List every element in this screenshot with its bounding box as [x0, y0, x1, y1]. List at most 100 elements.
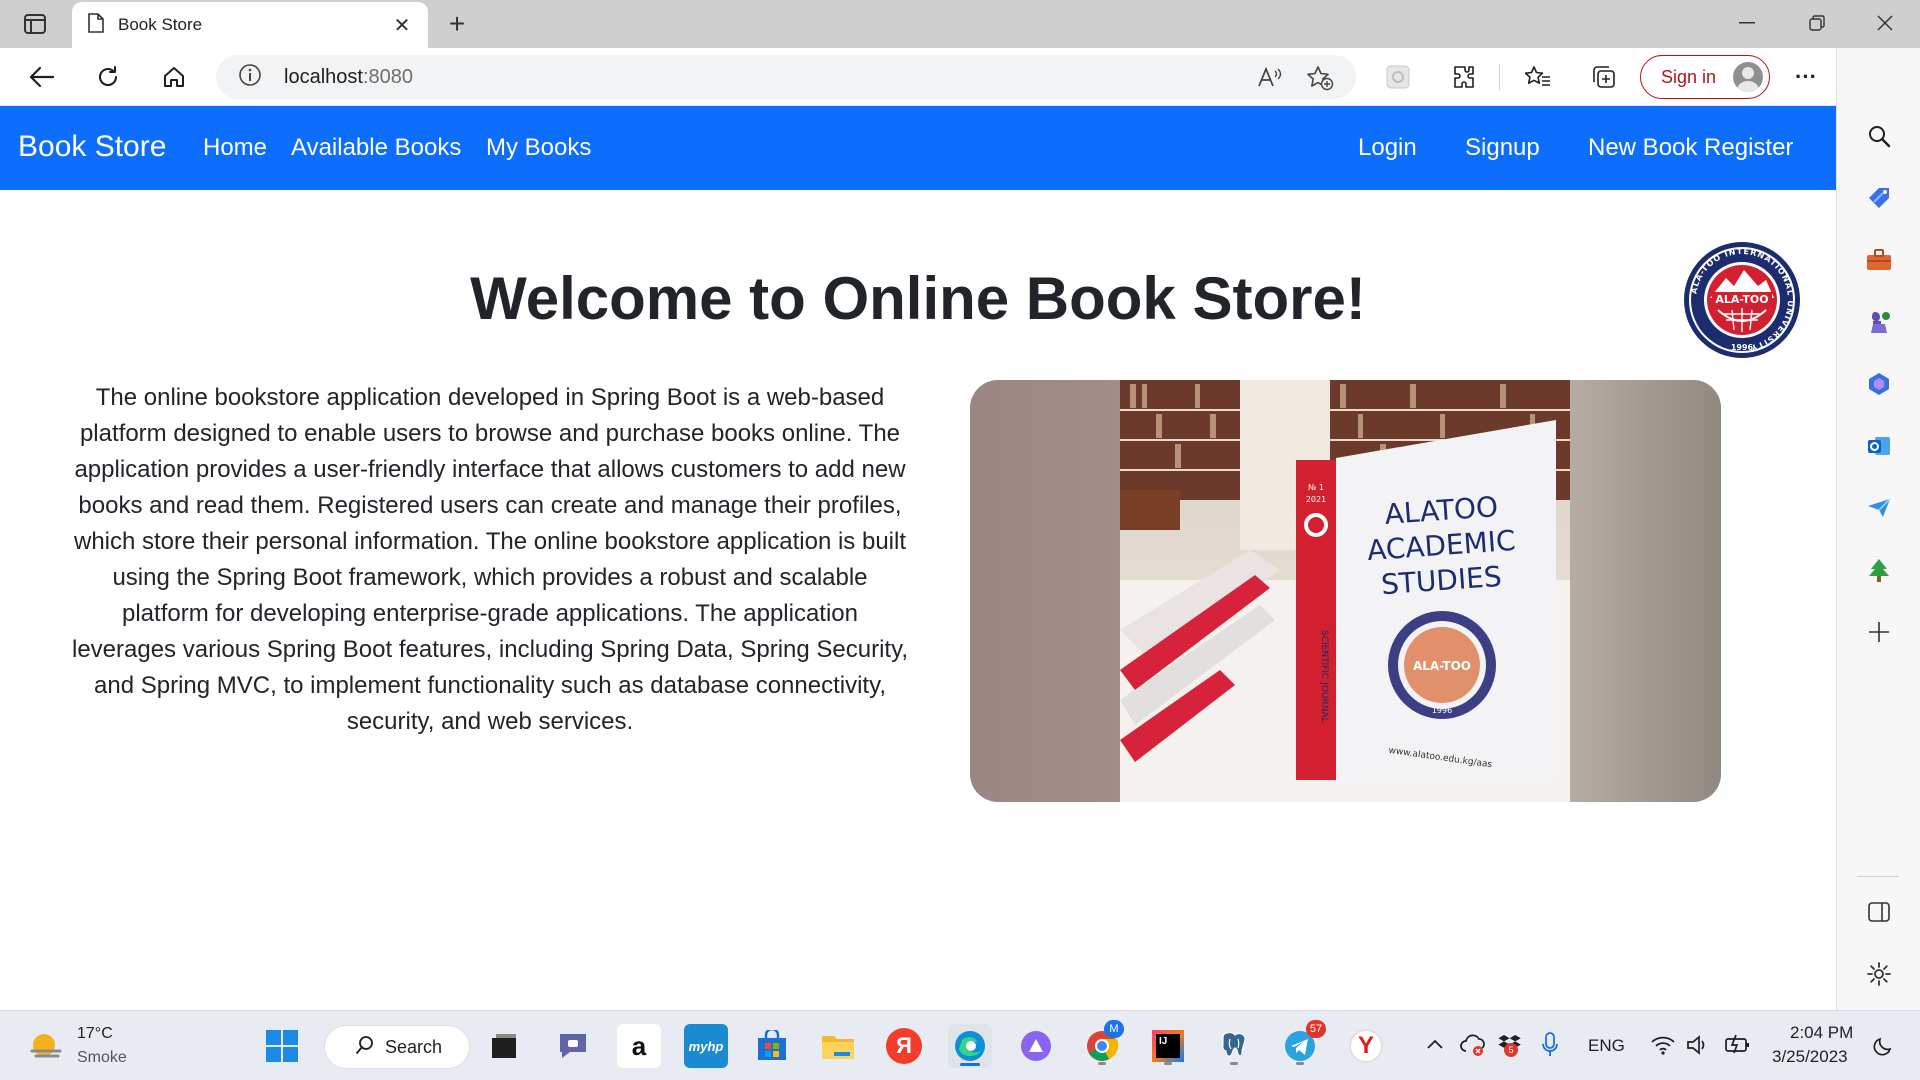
- site-navbar: Book Store Home Available Books My Books…: [0, 106, 1836, 190]
- sidebar-divider: [1857, 876, 1899, 877]
- logo-center-text: ALA-TOO: [1715, 293, 1768, 306]
- cortana-icon[interactable]: [1014, 1024, 1058, 1068]
- address-host: localhost: [284, 65, 363, 88]
- extensions-icon[interactable]: [1446, 60, 1482, 94]
- dropbox-icon[interactable]: 5: [1496, 1031, 1524, 1062]
- chat-icon[interactable]: [551, 1024, 595, 1068]
- nav-link-login[interactable]: Login: [1358, 134, 1417, 162]
- tab-close-icon[interactable]: ✕: [390, 13, 414, 38]
- volume-icon[interactable]: [1686, 1035, 1710, 1060]
- windows-taskbar: 17°C Smoke Search a myhp Я M IJ 57 Y 5 E…: [0, 1010, 1920, 1080]
- weather-description[interactable]: Smoke: [77, 1049, 127, 1067]
- tab-actions-icon[interactable]: [18, 10, 52, 38]
- home-icon[interactable]: [156, 60, 192, 94]
- file-explorer-icon[interactable]: [816, 1024, 860, 1068]
- sidebar-send-icon[interactable]: [1863, 492, 1895, 524]
- weather-icon[interactable]: [28, 1029, 64, 1068]
- chrome-icon[interactable]: M: [1080, 1020, 1124, 1068]
- address-port: :8080: [362, 65, 413, 88]
- amazon-icon[interactable]: a: [617, 1024, 661, 1068]
- intellij-glyph: IJ: [1156, 1034, 1180, 1058]
- nav-link-available-books[interactable]: Available Books: [291, 134, 461, 162]
- restore-icon[interactable]: [1784, 0, 1850, 46]
- web-page: Book Store Home Available Books My Books…: [0, 106, 1836, 1010]
- add-favorite-icon[interactable]: [1306, 64, 1334, 92]
- page-document-icon: [88, 12, 104, 38]
- cover-seal-text: ALA-TOO: [1413, 659, 1471, 673]
- brand-link[interactable]: Book Store: [18, 130, 166, 164]
- telegram-icon[interactable]: 57: [1278, 1020, 1326, 1068]
- nav-link-new-book-register[interactable]: New Book Register: [1588, 134, 1793, 162]
- yandex-icon[interactable]: Я: [882, 1024, 926, 1068]
- sign-in-button[interactable]: Sign in: [1640, 55, 1770, 99]
- task-view-icon[interactable]: [482, 1024, 526, 1068]
- do-not-disturb-moon-icon[interactable]: [1872, 1035, 1894, 1062]
- site-info-icon[interactable]: [238, 63, 262, 92]
- start-icon[interactable]: [260, 1024, 304, 1068]
- nav-link-home[interactable]: Home: [203, 134, 267, 162]
- sidebar-shopping-tag-icon[interactable]: [1863, 182, 1895, 214]
- yandex-browser-icon[interactable]: Y: [1344, 1024, 1388, 1068]
- telegram-unread-badge: 57: [1306, 1020, 1326, 1038]
- yandex-glyph: Я: [886, 1028, 922, 1064]
- microphone-icon[interactable]: [1540, 1031, 1560, 1064]
- chrome-profile-badge: M: [1104, 1020, 1124, 1038]
- extension-puzzle-grey-icon[interactable]: [1380, 60, 1416, 94]
- telegram-running-dot: [1296, 1062, 1304, 1065]
- back-icon[interactable]: [24, 60, 60, 94]
- toolbar-divider: [1499, 64, 1500, 90]
- profile-avatar-icon: [1733, 62, 1763, 92]
- weather-temperature[interactable]: 17°C: [77, 1025, 113, 1043]
- refresh-icon[interactable]: [90, 60, 126, 94]
- sidebar-tools-briefcase-icon[interactable]: [1863, 244, 1895, 276]
- postgres-icon[interactable]: [1212, 1024, 1256, 1068]
- nav-link-my-books[interactable]: My Books: [486, 134, 591, 162]
- wifi-icon[interactable]: [1650, 1035, 1676, 1060]
- minimize-icon[interactable]: [1714, 0, 1780, 46]
- postgres-running-dot: [1230, 1062, 1238, 1065]
- sidebar-add-icon[interactable]: [1863, 616, 1895, 648]
- onedrive-sync-icon[interactable]: [1460, 1033, 1488, 1062]
- taskbar-search[interactable]: Search: [324, 1025, 470, 1069]
- close-window-icon[interactable]: [1852, 0, 1918, 46]
- ala-too-university-logo: ALA-TOO INTERNATIONAL UNIVERSITY ALA-TOO…: [1682, 240, 1802, 360]
- yandex-browser-glyph: Y: [1349, 1029, 1383, 1063]
- sidebar-games-icon[interactable]: [1863, 306, 1895, 338]
- language-indicator[interactable]: ENG: [1588, 1036, 1625, 1056]
- new-tab-button[interactable]: +: [440, 8, 474, 40]
- tab-book-store[interactable]: Book Store ✕: [72, 2, 428, 48]
- intro-paragraph: The online bookstore application develop…: [71, 384, 908, 735]
- spine-issue: № 1: [1308, 483, 1324, 492]
- nav-link-signup[interactable]: Signup: [1465, 134, 1540, 162]
- collections-icon[interactable]: [1586, 60, 1622, 94]
- sidebar-settings-icon[interactable]: [1863, 958, 1895, 990]
- cover-seal-year: 1996: [1432, 706, 1452, 715]
- sidebar-outlook-icon[interactable]: [1863, 430, 1895, 462]
- sidebar-search-icon[interactable]: [1863, 120, 1895, 152]
- favorites-icon[interactable]: [1520, 60, 1556, 94]
- clock-time[interactable]: 2:04 PM: [1790, 1023, 1853, 1043]
- read-aloud-icon[interactable]: [1256, 64, 1284, 92]
- sidebar-tree-icon[interactable]: [1863, 554, 1895, 586]
- dropbox-badge: 5: [1504, 1043, 1518, 1057]
- more-menu-icon[interactable]: ···: [1788, 60, 1824, 94]
- browser-toolbar: localhost:8080 Sign in ···: [0, 48, 1920, 106]
- show-hidden-icons-chevron-icon[interactable]: [1426, 1037, 1444, 1055]
- clock-date[interactable]: 3/25/2023: [1772, 1047, 1848, 1067]
- myhp-label: myhp: [688, 1038, 724, 1054]
- logo-year: 1996: [1731, 343, 1754, 352]
- edge-icon[interactable]: [948, 1024, 992, 1068]
- sign-in-label: Sign in: [1661, 66, 1717, 87]
- edge-active-indicator: [960, 1063, 980, 1066]
- browser-tabstrip: Book Store ✕ +: [0, 0, 1920, 48]
- battery-charging-icon[interactable]: [1722, 1033, 1750, 1060]
- spine-year: 2021: [1306, 495, 1326, 504]
- sidebar-microsoft365-icon[interactable]: [1863, 368, 1895, 400]
- chrome-running-dot: [1098, 1062, 1106, 1065]
- search-label: Search: [385, 1036, 443, 1057]
- address-bar[interactable]: localhost:8080: [216, 55, 1356, 99]
- store-icon[interactable]: [750, 1024, 794, 1068]
- myhp-icon[interactable]: myhp: [684, 1024, 728, 1068]
- sidebar-hide-pane-icon[interactable]: [1863, 896, 1895, 928]
- intellij-icon[interactable]: IJ: [1146, 1024, 1190, 1068]
